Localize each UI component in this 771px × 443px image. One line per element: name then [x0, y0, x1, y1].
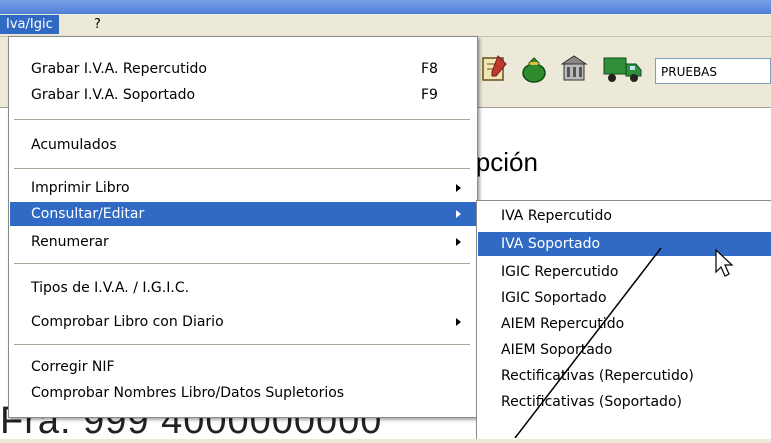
menu-item-renumerar[interactable]: Renumerar: [10, 230, 476, 254]
menu-item-label: Comprobar Nombres Libro/Datos Supletorio…: [31, 385, 345, 401]
menu-item-corregir-nif[interactable]: Corregir NIF: [10, 355, 476, 379]
submenu-item-label: Rectificativas (Soportado): [501, 394, 682, 410]
window-title-bar: [0, 0, 771, 14]
submenu-item-igic-soportado[interactable]: IGIC Soportado: [478, 286, 771, 310]
menu-item-label: Imprimir Libro: [31, 180, 130, 196]
menu-item-label: Acumulados: [31, 137, 117, 153]
menu-item-comprobar-nombres[interactable]: Comprobar Nombres Libro/Datos Supletorio…: [10, 381, 476, 405]
notepad-icon[interactable]: [478, 52, 510, 84]
menu-item-grabar-repercutido[interactable]: Grabar I.V.A. Repercutido F8: [10, 57, 476, 81]
menu-item-label: Renumerar: [31, 234, 109, 250]
menu-item-consultar-editar[interactable]: Consultar/Editar: [10, 202, 476, 226]
submenu-item-aiem-soportado[interactable]: AIEM Soportado: [478, 338, 771, 362]
shortcut-label: F8: [421, 61, 438, 77]
menu-iva-igic[interactable]: Iva/Igic: [0, 15, 59, 34]
consultar-editar-submenu: IVA Repercutido IVA Soportado IGIC Reper…: [476, 200, 771, 439]
menu-item-label: Corregir NIF: [31, 359, 115, 375]
menu-bar: Iva/Igic ?: [0, 14, 771, 37]
iva-igic-dropdown: Grabar I.V.A. Repercutido F8 Grabar I.V.…: [8, 36, 478, 418]
submenu-item-label: IVA Repercutido: [501, 208, 612, 224]
submenu-arrow-icon: [456, 318, 461, 326]
money-bag-icon[interactable]: [518, 52, 550, 84]
submenu-item-label: IVA Soportado: [501, 236, 601, 252]
submenu-item-aiem-repercutido[interactable]: AIEM Repercutido: [478, 312, 771, 336]
submenu-item-label: IGIC Repercutido: [501, 264, 619, 280]
menu-separator: [14, 344, 470, 346]
menu-item-label: Comprobar Libro con Diario: [31, 314, 224, 330]
menu-item-label: Consultar/Editar: [31, 206, 145, 222]
submenu-item-label: IGIC Soportado: [501, 290, 607, 306]
menu-separator: [14, 168, 470, 170]
menu-item-acumulados[interactable]: Acumulados: [10, 133, 476, 157]
menu-item-label: Tipos de I.V.A. / I.G.I.C.: [31, 280, 190, 296]
submenu-arrow-icon: [456, 210, 461, 218]
menu-item-comprobar-libro[interactable]: Comprobar Libro con Diario: [10, 310, 476, 334]
column-heading: ipción: [470, 147, 538, 177]
menu-separator: [14, 263, 470, 265]
menu-item-label: Grabar I.V.A. Repercutido: [31, 61, 207, 77]
menu-item-label: Grabar I.V.A. Soportado: [31, 87, 196, 103]
submenu-item-iva-repercutido[interactable]: IVA Repercutido: [478, 204, 771, 228]
truck-icon[interactable]: [600, 52, 644, 84]
building-icon[interactable]: [558, 52, 590, 84]
menu-item-imprimir-libro[interactable]: Imprimir Libro: [10, 176, 476, 200]
submenu-item-iva-soportado[interactable]: IVA Soportado: [478, 232, 771, 256]
shortcut-label: F9: [421, 87, 438, 103]
submenu-item-label: AIEM Repercutido: [501, 316, 625, 332]
submenu-item-label: Rectificativas (Repercutido): [501, 368, 694, 384]
menu-separator: [14, 119, 470, 121]
submenu-item-igic-repercutido[interactable]: IGIC Repercutido: [478, 260, 771, 284]
submenu-arrow-icon: [456, 238, 461, 246]
submenu-item-rectificativas-soportado[interactable]: Rectificativas (Soportado): [478, 390, 771, 414]
menu-help[interactable]: ?: [88, 15, 107, 34]
submenu-arrow-icon: [456, 184, 461, 192]
menu-item-grabar-soportado[interactable]: Grabar I.V.A. Soportado F9: [10, 83, 476, 107]
submenu-item-label: AIEM Soportado: [501, 342, 613, 358]
submenu-item-rectificativas-repercutido[interactable]: Rectificativas (Repercutido): [478, 364, 771, 388]
menu-item-tipos-iva[interactable]: Tipos de I.V.A. / I.G.I.C.: [10, 276, 476, 300]
company-field[interactable]: PRUEBAS: [655, 58, 771, 84]
